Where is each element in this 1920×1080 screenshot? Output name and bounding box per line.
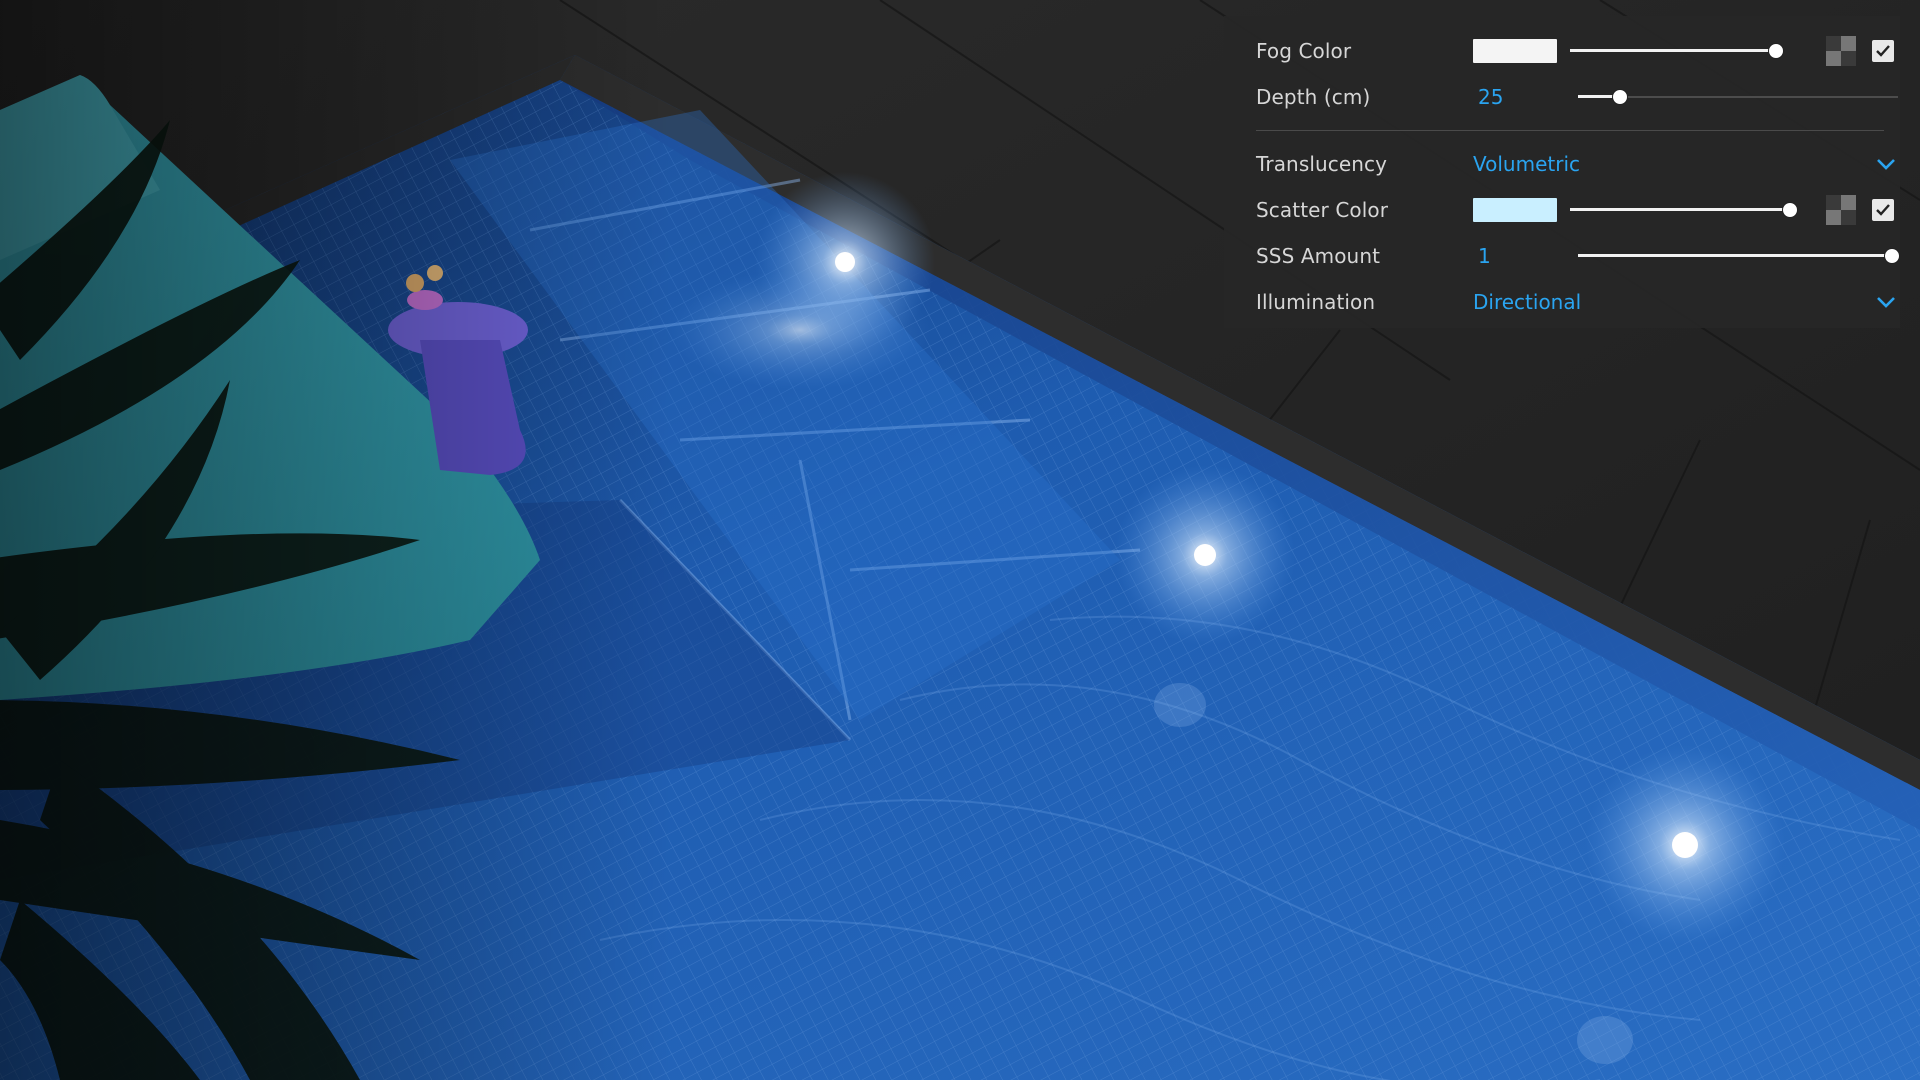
chevron-down-icon[interactable] — [1876, 295, 1896, 309]
slider-thumb[interactable] — [1611, 89, 1628, 105]
scatter-color-slider[interactable] — [1570, 197, 1798, 223]
slider-thumb[interactable] — [1884, 248, 1900, 264]
translucency-row[interactable]: Translucency Volumetric — [1240, 141, 1895, 187]
fog-color-slider[interactable] — [1570, 38, 1784, 64]
scatter-color-swatch[interactable] — [1473, 198, 1557, 222]
section-divider — [1256, 130, 1884, 131]
depth-label: Depth (cm) — [1256, 85, 1371, 109]
illumination-dropdown-value[interactable]: Directional — [1473, 290, 1581, 314]
scatter-color-label: Scatter Color — [1256, 198, 1389, 222]
sss-amount-value[interactable]: 1 — [1478, 244, 1491, 268]
scatter-color-row: Scatter Color — [1240, 187, 1894, 233]
slider-thumb[interactable] — [1782, 202, 1798, 218]
slider-thumb[interactable] — [1767, 43, 1784, 59]
transparency-checker-icon[interactable] — [1826, 36, 1856, 66]
slider-fill — [1578, 254, 1892, 257]
scatter-color-checkbox[interactable] — [1872, 199, 1894, 221]
fog-color-row: Fog Color — [1240, 28, 1894, 74]
sss-amount-slider[interactable] — [1578, 243, 1900, 269]
checkmark-icon — [1876, 45, 1890, 57]
sss-amount-row: SSS Amount 1 — [1240, 233, 1900, 279]
illumination-row[interactable]: Illumination Directional — [1240, 279, 1895, 325]
fog-color-checkbox[interactable] — [1872, 40, 1894, 62]
transparency-checker-icon[interactable] — [1826, 195, 1856, 225]
slider-fill — [1570, 49, 1776, 52]
slider-fill — [1570, 208, 1790, 211]
material-properties-panel: Fog Color Depth (cm) 25 Translucency Vol… — [1224, 16, 1900, 328]
depth-value[interactable]: 25 — [1478, 85, 1503, 109]
illumination-label: Illumination — [1256, 290, 1376, 314]
checkmark-icon — [1876, 204, 1890, 216]
fog-color-swatch[interactable] — [1473, 39, 1557, 63]
translucency-label: Translucency — [1256, 152, 1388, 176]
depth-slider[interactable] — [1578, 84, 1898, 110]
sss-amount-label: SSS Amount — [1256, 244, 1381, 268]
translucency-dropdown-value[interactable]: Volumetric — [1473, 152, 1580, 176]
depth-row: Depth (cm) 25 — [1240, 74, 1898, 120]
fog-color-label: Fog Color — [1256, 39, 1352, 63]
chevron-down-icon[interactable] — [1876, 157, 1896, 171]
